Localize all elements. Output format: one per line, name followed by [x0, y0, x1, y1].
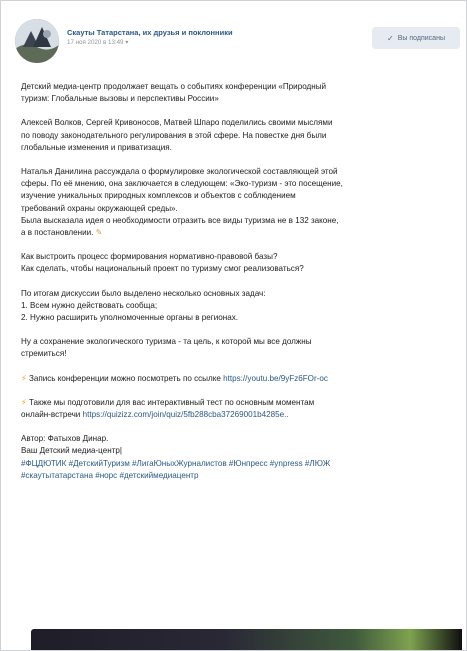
post-date-text: 17 ноя 2020 в 13:49	[67, 39, 124, 46]
pencil-icon: ✎	[95, 228, 103, 238]
text-line: глобальные изменения и приватизация.	[21, 142, 172, 152]
post-card: Скауты Татарстана, их друзья и поклонник…	[0, 0, 467, 651]
avatar-image	[15, 19, 59, 63]
post-author[interactable]: Скауты Татарстана, их друзья и поклонник…	[67, 28, 233, 37]
text-line: 1. Всем нужно действовать сообща;	[21, 300, 158, 310]
lightning-icon: ⚡	[21, 373, 27, 383]
test-text-continued: онлайн-встречи	[21, 410, 81, 420]
paragraph-3: Наталья Данилина рассуждала о формулиров…	[21, 166, 441, 239]
community-avatar[interactable]	[15, 19, 59, 63]
quiz-link[interactable]: https://quizizz.com/join/quiz/5fb288cba3…	[83, 410, 289, 419]
text-line: туризм: Глобальные вызовы и перспективы …	[21, 94, 219, 104]
post-text: Детский медиа-центр продолжает вещать о …	[21, 81, 441, 494]
paragraph-1: Детский медиа-центр продолжает вещать о …	[21, 81, 441, 105]
paragraph-5: По итогам дискуссии было выделено нескол…	[21, 288, 441, 325]
text-line: Наталья Данилина рассуждала о формулиров…	[21, 167, 338, 177]
check-icon: ✓	[387, 33, 394, 43]
text-line: Как выстроить процесс формирования норма…	[21, 252, 278, 262]
post-media-image[interactable]	[31, 629, 462, 650]
text-line: 2. Нужно расширить уполномоченные органы…	[21, 313, 239, 323]
youtube-link[interactable]: https://youtu.be/9yFz6FOr-oc	[223, 374, 328, 383]
text-line: по поводу законодательного регулирования…	[21, 130, 327, 140]
text-line: Ну а сохранение экологического туризма -…	[21, 337, 312, 347]
record-text: Запись конференции можно посмотреть по с…	[28, 373, 221, 383]
text-line: Алексей Волков, Сергей Кривоносов, Матве…	[21, 118, 333, 128]
text-line: Как сделать, чтобы национальный проект п…	[21, 264, 304, 274]
text-line: ⚡ Запись конференции можно посмотреть по…	[21, 373, 441, 385]
text-line: сферы. По её мнению, она заключается в с…	[21, 179, 343, 189]
center-line: Ваш Детский медиа-центр|	[21, 446, 123, 456]
text-line-content: а в постановлении.	[21, 228, 94, 238]
text-line: Детский медиа-центр продолжает вещать о …	[21, 82, 327, 91]
text-line: изучение уникальных природных комплексов…	[21, 191, 296, 201]
subscribed-button[interactable]: ✓ Вы подписаны	[372, 27, 460, 49]
lightning-icon: ⚡	[21, 397, 27, 407]
text-line: требований охраны окружающей среды».	[21, 203, 178, 213]
text-line: Была высказала идея о необходимости отра…	[21, 215, 339, 225]
hashtags-line-1[interactable]: #ФЦДЮТИК #ДетскийТуризм #ЛигаЮныхЖурнали…	[21, 458, 441, 470]
paragraph-signature: Автор: Фатыхов Динар. Ваш Детский медиа-…	[21, 433, 441, 482]
paragraph-6: Ну а сохранение экологического туризма -…	[21, 336, 441, 360]
post-header: Скауты Татарстана, их друзья и поклонник…	[1, 1, 466, 67]
text-line: онлайн-встречи https://quizizz.com/join/…	[21, 409, 441, 421]
hashtags-line-2[interactable]: #скаутытатарстана #норс #детскиймедиацен…	[21, 470, 441, 482]
text-line: стремиться!	[21, 349, 67, 359]
paragraph-test: ⚡ Также мы подготовили для вас интеракти…	[21, 397, 441, 421]
text-line: а в постановлении. ✎	[21, 227, 441, 239]
chevron-down-icon: ▾	[125, 39, 129, 46]
post-date[interactable]: 17 ноя 2020 в 13:49 ▾	[67, 39, 128, 46]
test-text: Также мы подготовили для вас интерактивн…	[28, 397, 315, 407]
text-line: По итогам дискуссии было выделено нескол…	[21, 288, 266, 298]
subscribed-label: Вы подписаны	[397, 34, 445, 42]
author-line: Автор: Фатыхов Динар.	[21, 434, 109, 444]
text-line: ⚡ Также мы подготовили для вас интеракти…	[21, 397, 441, 409]
paragraph-record: ⚡ Запись конференции можно посмотреть по…	[21, 373, 441, 385]
paragraph-4: Как выстроить процесс формирования норма…	[21, 251, 441, 275]
paragraph-2: Алексей Волков, Сергей Кривоносов, Матве…	[21, 117, 441, 154]
